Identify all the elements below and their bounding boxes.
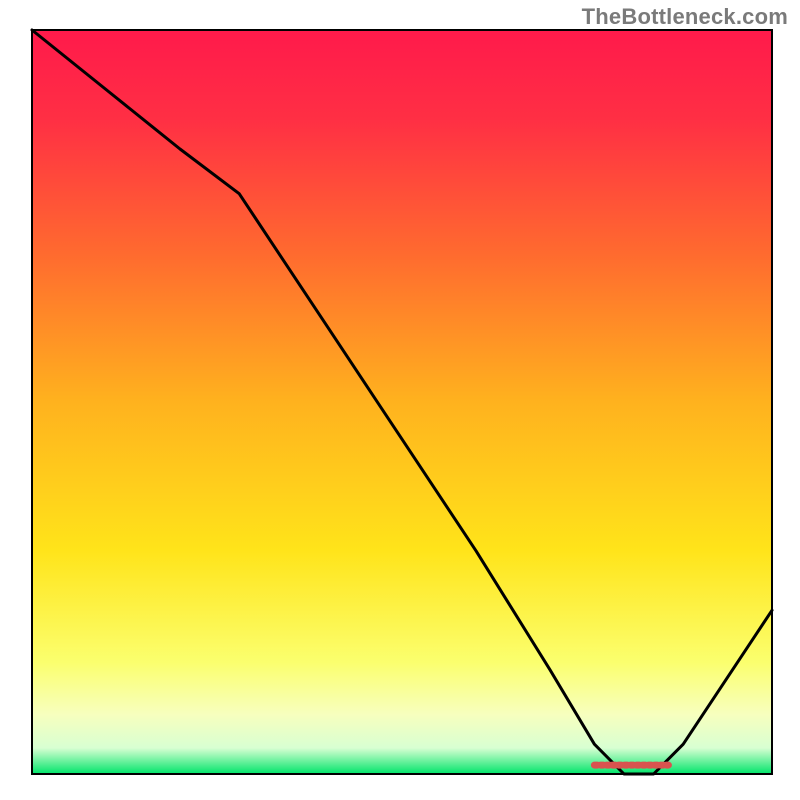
watermark-label: TheBottleneck.com bbox=[582, 4, 788, 30]
chart-background-gradient bbox=[32, 30, 772, 774]
bottleneck-chart: TheBottleneck.com bbox=[0, 0, 800, 800]
chart-canvas bbox=[0, 0, 800, 800]
